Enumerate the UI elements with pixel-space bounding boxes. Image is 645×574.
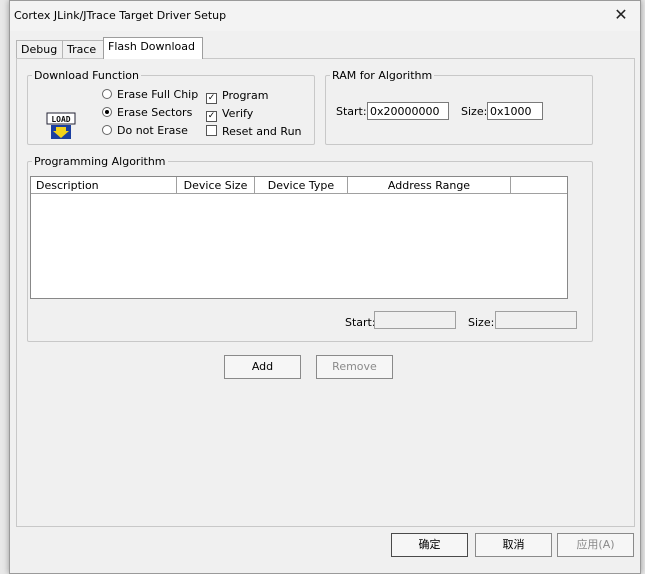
ram-start-label: Start: [336,105,367,118]
download-function-legend: Download Function [34,69,139,82]
ram-for-algorithm-group: RAM for Algorithm Start: 0x20000000 Size… [325,69,593,145]
ok-button[interactable]: 确定 [391,533,468,557]
column-address-range[interactable]: Address Range [348,177,511,194]
setup-dialog: Cortex JLink/JTrace Target Driver Setup … [9,0,641,574]
download-function-group: Download Function LOAD Erase Full Chip E… [27,69,315,145]
erase-sectors-option[interactable]: Erase Sectors [102,106,192,119]
programming-algorithm-legend: Programming Algorithm [34,155,166,168]
apply-button[interactable]: 应用(A) [557,533,634,557]
do-not-erase-radio[interactable] [102,125,112,135]
program-label: Program [222,89,269,102]
cancel-button[interactable]: 取消 [475,533,552,557]
column-filler [511,177,567,194]
algorithm-list[interactable]: Description Device Size Device Type Addr… [30,176,568,299]
reset-and-run-checkbox[interactable] [206,125,217,136]
dialog-title: Cortex JLink/JTrace Target Driver Setup [14,9,227,22]
verify-option[interactable]: ✓ Verify [206,107,253,122]
erase-full-chip-label: Erase Full Chip [117,88,199,101]
erase-sectors-label: Erase Sectors [117,106,193,119]
load-icon: LOAD [46,112,76,139]
erase-sectors-radio[interactable] [102,107,112,117]
column-description[interactable]: Description [31,177,177,194]
algorithm-start-input[interactable] [374,311,456,329]
tab-debug[interactable]: Debug [16,40,64,59]
algorithm-size-input[interactable] [495,311,577,329]
column-device-size[interactable]: Device Size [177,177,255,194]
algorithm-start-label: Start: [345,316,376,329]
ram-start-input[interactable]: 0x20000000 [367,102,449,120]
reset-and-run-label: Reset and Run [222,125,302,138]
erase-full-chip-option[interactable]: Erase Full Chip [102,88,198,101]
load-icon-text: LOAD [51,115,70,124]
erase-full-chip-radio[interactable] [102,89,112,99]
flash-download-panel: Download Function LOAD Erase Full Chip E… [16,58,635,527]
ram-size-label: Size: [461,105,488,118]
tab-flash-download[interactable]: Flash Download [103,37,203,59]
reset-and-run-option[interactable]: Reset and Run [206,125,302,138]
column-device-type[interactable]: Device Type [255,177,348,194]
verify-label: Verify [222,107,254,120]
algorithm-size-label: Size: [468,316,495,329]
program-checkbox[interactable]: ✓ [206,93,217,104]
ram-size-input[interactable]: 0x1000 [487,102,543,120]
ram-legend: RAM for Algorithm [332,69,433,82]
add-button[interactable]: Add [224,355,301,379]
remove-button[interactable]: Remove [316,355,393,379]
do-not-erase-option[interactable]: Do not Erase [102,124,188,137]
tab-trace[interactable]: Trace [62,40,106,59]
verify-checkbox[interactable]: ✓ [206,111,217,122]
do-not-erase-label: Do not Erase [117,124,188,137]
title-bar: Cortex JLink/JTrace Target Driver Setup … [10,1,640,31]
program-option[interactable]: ✓ Program [206,89,268,104]
close-icon[interactable]: ✕ [610,5,632,25]
